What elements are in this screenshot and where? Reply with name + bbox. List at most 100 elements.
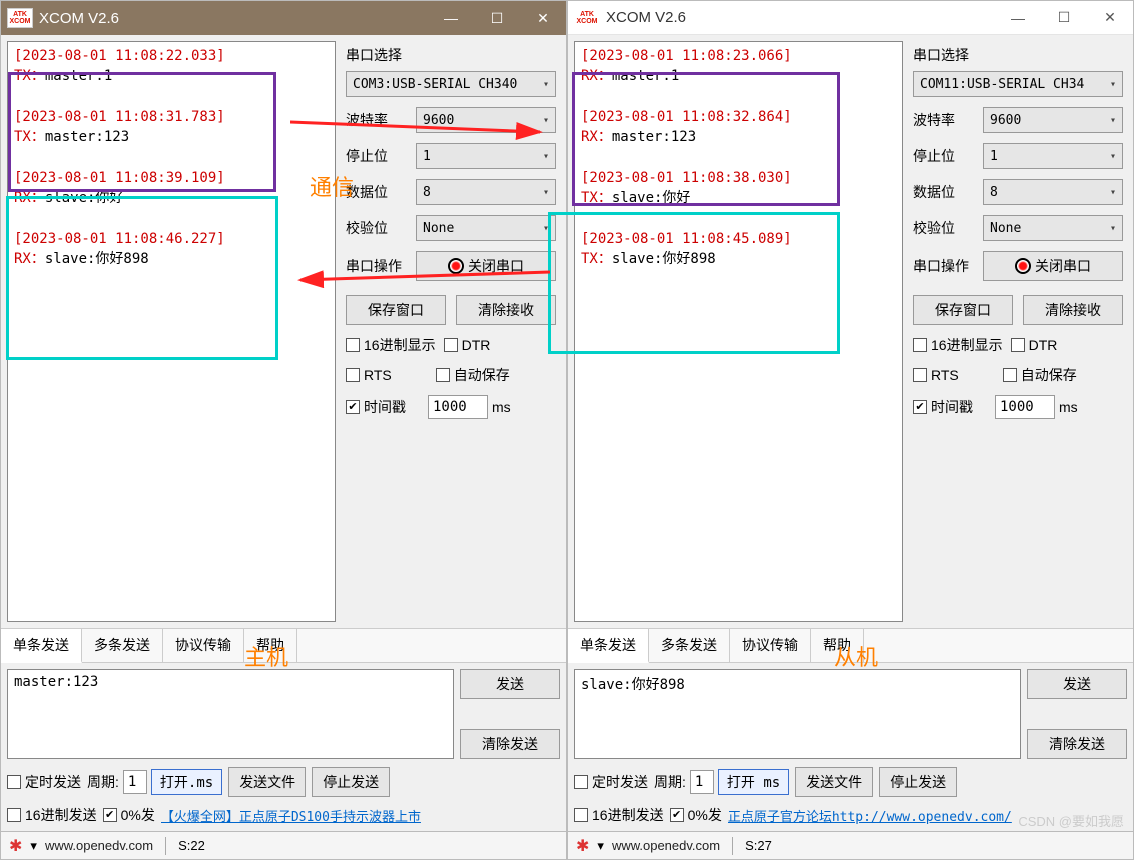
send-textarea[interactable]: slave:你好898 (574, 669, 1021, 759)
stopbits-label: 停止位 (346, 146, 416, 166)
dropdown-icon[interactable]: ▾ (30, 838, 37, 854)
hex-display-checkbox[interactable] (346, 338, 360, 352)
save-window-button[interactable]: 保存窗口 (346, 295, 446, 325)
status-url[interactable]: www.openedv.com (612, 838, 720, 853)
timestamp-checkbox[interactable] (913, 400, 927, 414)
stopbits-select[interactable]: 1▾ (983, 143, 1123, 169)
dtr-label: DTR (462, 337, 491, 353)
send-textarea[interactable]: master:123 (7, 669, 454, 759)
status-counter-s: S:27 (745, 838, 772, 853)
open-ms-button[interactable]: 打开.ms (151, 769, 222, 795)
open-ms-button[interactable]: 打开 ms (718, 769, 789, 795)
record-icon (448, 258, 464, 274)
tab-single-send[interactable]: 单条发送 (568, 629, 649, 663)
toggle-port-button[interactable]: 关闭串口 (416, 251, 556, 281)
tab-help[interactable]: 帮助 (244, 629, 297, 662)
tab-multi-send[interactable]: 多条发送 (82, 629, 163, 662)
stopbits-select[interactable]: 1▾ (416, 143, 556, 169)
maximize-button[interactable]: ☐ (1041, 1, 1087, 35)
timestamp-interval-input[interactable]: 1000 (428, 395, 488, 419)
clear-receive-button[interactable]: 清除接收 (456, 295, 556, 325)
rts-checkbox[interactable] (346, 368, 360, 382)
timed-send-checkbox[interactable] (574, 775, 588, 789)
tab-multi-send[interactable]: 多条发送 (649, 629, 730, 662)
xcom-window-left: ATKXCOM XCOM V2.6 — ☐ ✕ [2023-08-01 11:0… (0, 0, 567, 860)
timed-send-label: 定时发送 (592, 772, 648, 792)
progress-label: 0%发 (121, 805, 155, 825)
port-op-label: 串口操作 (913, 256, 983, 276)
dtr-checkbox[interactable] (444, 338, 458, 352)
baud-select[interactable]: 9600▾ (416, 107, 556, 133)
hex-display-label: 16进制显示 (364, 335, 436, 355)
period-input[interactable]: 1 (123, 770, 147, 794)
titlebar[interactable]: ATKXCOM XCOM V2.6 — ☐ ✕ (1, 1, 566, 35)
tab-protocol[interactable]: 协议传输 (730, 629, 811, 662)
progress-label: 0%发 (688, 805, 722, 825)
parity-select[interactable]: None▾ (416, 215, 556, 241)
watermark: CSDN @要如我愿 (1018, 811, 1124, 830)
send-tabs: 单条发送 多条发送 协议传输 帮助 (568, 628, 1133, 663)
autosave-label: 自动保存 (454, 365, 510, 385)
minimize-button[interactable]: — (995, 1, 1041, 35)
send-button[interactable]: 发送 (1027, 669, 1127, 699)
send-file-button[interactable]: 发送文件 (795, 767, 873, 797)
save-window-button[interactable]: 保存窗口 (913, 295, 1013, 325)
maximize-button[interactable]: ☐ (474, 1, 520, 35)
minimize-button[interactable]: — (428, 1, 474, 35)
gear-icon[interactable]: ✱ (9, 836, 22, 856)
timed-send-checkbox[interactable] (7, 775, 21, 789)
autosave-checkbox[interactable] (436, 368, 450, 382)
close-button[interactable]: ✕ (520, 1, 566, 35)
dtr-checkbox[interactable] (1011, 338, 1025, 352)
period-label: 周期: (654, 772, 686, 792)
port-select[interactable]: COM11:USB-SERIAL CH34▾ (913, 71, 1123, 97)
send-button[interactable]: 发送 (460, 669, 560, 699)
timestamp-interval-input[interactable]: 1000 (995, 395, 1055, 419)
baud-select[interactable]: 9600▾ (983, 107, 1123, 133)
period-input[interactable]: 1 (690, 770, 714, 794)
tab-help[interactable]: 帮助 (811, 629, 864, 662)
rts-checkbox[interactable] (913, 368, 927, 382)
autosave-checkbox[interactable] (1003, 368, 1017, 382)
status-bar: ✱ ▾ www.openedv.com S:27 (568, 831, 1133, 859)
receive-log[interactable]: [2023-08-01 11:08:22.033]TX：master:1 [20… (7, 41, 336, 622)
send-tabs: 单条发送 多条发送 协议传输 帮助 (1, 628, 566, 663)
tab-single-send[interactable]: 单条发送 (1, 629, 82, 663)
ad-link[interactable]: 【火爆全网】正点原子DS100手持示波器上市 (161, 806, 560, 825)
close-button[interactable]: ✕ (1087, 1, 1133, 35)
hex-send-checkbox[interactable] (574, 808, 588, 822)
progress-checkbox[interactable] (103, 808, 117, 822)
parity-select[interactable]: None▾ (983, 215, 1123, 241)
dropdown-icon[interactable]: ▾ (597, 838, 604, 854)
stop-send-button[interactable]: 停止发送 (312, 767, 390, 797)
gear-icon[interactable]: ✱ (576, 836, 589, 856)
hex-display-checkbox[interactable] (913, 338, 927, 352)
databits-select[interactable]: 8▾ (416, 179, 556, 205)
rts-label: RTS (931, 367, 959, 383)
hex-send-checkbox[interactable] (7, 808, 21, 822)
receive-log[interactable]: [2023-08-01 11:08:23.066]RX：master:1 [20… (574, 41, 903, 622)
timed-send-label: 定时发送 (25, 772, 81, 792)
clear-send-button[interactable]: 清除发送 (1027, 729, 1127, 759)
timestamp-label: 时间戳 (931, 397, 973, 417)
client-area: [2023-08-01 11:08:22.033]TX：master:1 [20… (1, 35, 566, 859)
databits-select[interactable]: 8▾ (983, 179, 1123, 205)
clear-send-button[interactable]: 清除发送 (460, 729, 560, 759)
window-title: XCOM V2.6 (606, 9, 995, 26)
clear-receive-button[interactable]: 清除接收 (1023, 295, 1123, 325)
status-url[interactable]: www.openedv.com (45, 838, 153, 853)
databits-label: 数据位 (913, 182, 983, 202)
port-select[interactable]: COM3:USB-SERIAL CH340▾ (346, 71, 556, 97)
hex-send-label: 16进制发送 (592, 805, 664, 825)
send-file-button[interactable]: 发送文件 (228, 767, 306, 797)
port-select-label: 串口选择 (346, 45, 556, 65)
stop-send-button[interactable]: 停止发送 (879, 767, 957, 797)
timestamp-checkbox[interactable] (346, 400, 360, 414)
baud-label: 波特率 (913, 110, 983, 130)
tab-protocol[interactable]: 协议传输 (163, 629, 244, 662)
toggle-port-button[interactable]: 关闭串口 (983, 251, 1123, 281)
progress-checkbox[interactable] (670, 808, 684, 822)
port-select-label: 串口选择 (913, 45, 1123, 65)
dtr-label: DTR (1029, 337, 1058, 353)
titlebar[interactable]: ATKXCOM XCOM V2.6 — ☐ ✕ (568, 1, 1133, 35)
